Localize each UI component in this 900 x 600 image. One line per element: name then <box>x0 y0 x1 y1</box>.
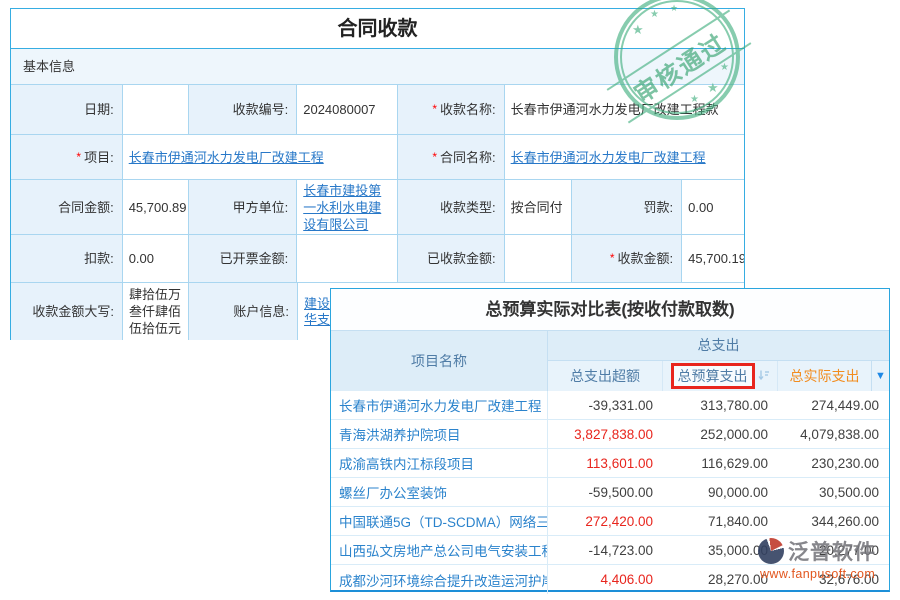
contract-name-label: *合同名称: <box>398 135 505 180</box>
column-header-over-amount[interactable]: 总支出超额 <box>548 361 663 391</box>
section-header-basic-info: 基本信息 <box>11 49 744 85</box>
required-star: * <box>76 149 81 166</box>
penalty-label: 罚款: <box>572 180 682 235</box>
fanpu-logo-icon <box>758 538 784 564</box>
form-row-contract-amount: 合同金额: 45,700.89 甲方单位: 长春市建投第一水利水电建设有限公司 … <box>11 180 744 235</box>
receipt-no-label: 收款编号: <box>189 85 298 135</box>
form-row-date: 日期: 收款编号: 2024080007 *收款名称: 长春市伊通河水力发电厂改… <box>11 85 744 135</box>
invoiced-amount-field <box>297 235 398 283</box>
budget-amount-cell: 252,000.00 <box>663 427 778 442</box>
page-title: 合同收款 <box>11 9 744 49</box>
project-label: *项目: <box>11 135 123 180</box>
budget-amount-cell: 116,629.00 <box>663 456 778 471</box>
over-amount-cell: 113,601.00 <box>548 456 663 471</box>
project-name-link[interactable]: 螺丝厂办公室装饰 <box>331 478 548 506</box>
over-amount-cell: -39,331.00 <box>548 398 663 413</box>
receipt-name-field: 长春市伊通河水力发电厂改建工程款 <box>505 85 744 135</box>
over-amount-cell: 272,420.00 <box>548 514 663 529</box>
over-amount-cell: -14,723.00 <box>548 543 663 558</box>
actual-amount-cell: 274,449.00 <box>778 398 889 413</box>
invoiced-amount-label: 已开票金额: <box>189 235 298 283</box>
receipt-amount-field: 45,700.19 <box>682 235 744 283</box>
vendor-watermark: 泛普软件 www.fanpusoft.com <box>758 536 876 581</box>
table-row: 中国联通5G（TD-SCDMA）网络三期 272,420.00 71,840.0… <box>331 507 889 536</box>
deduction-field: 0.00 <box>123 235 189 283</box>
project-name-link[interactable]: 山西弘文房地产总公司电气安装工程 <box>331 536 548 564</box>
over-amount-cell: -59,500.00 <box>548 485 663 500</box>
over-amount-cell: 4,406.00 <box>548 572 663 587</box>
comparison-table-header: 项目名称 总支出 总支出超额 总预算支出 总实际支出 ▼ <box>331 330 889 391</box>
penalty-field: 0.00 <box>682 180 744 235</box>
table-row: 成渝高铁内江标段项目 113,601.00 116,629.00 230,230… <box>331 449 889 478</box>
project-name-link[interactable]: 中国联通5G（TD-SCDMA）网络三期 <box>331 507 548 535</box>
sort-icon[interactable] <box>758 368 770 384</box>
project-field: 长春市伊通河水力发电厂改建工程 <box>123 135 398 180</box>
amount-in-words-field: 肆拾伍万叁仟肆佰伍拾伍元 <box>123 283 189 340</box>
form-row-project: *项目: 长春市伊通河水力发电厂改建工程 *合同名称: 长春市伊通河水力发电厂改… <box>11 135 744 180</box>
required-star: * <box>610 250 615 267</box>
actual-amount-cell: 344,260.00 <box>778 514 889 529</box>
project-name-link[interactable]: 青海洪湖养护院项目 <box>331 420 548 448</box>
required-star: * <box>432 149 437 166</box>
party-a-field: 长春市建投第一水利水电建设有限公司 <box>297 180 398 235</box>
table-row: 长春市伊通河水力发电厂改建工程 -39,331.00 313,780.00 27… <box>331 391 889 420</box>
column-header-budget-expenditure: 总预算支出 <box>663 361 778 391</box>
receipt-no-field: 2024080007 <box>297 85 398 135</box>
party-a-link[interactable]: 长春市建投第一水利水电建设有限公司 <box>303 182 391 233</box>
contract-amount-field: 45,700.89 <box>123 180 189 235</box>
table-row: 螺丝厂办公室装饰 -59,500.00 90,000.00 30,500.00 <box>331 478 889 507</box>
contract-name-link[interactable]: 长春市伊通河水力发电厂改建工程 <box>511 149 706 166</box>
received-amount-label: 已收款金额: <box>398 235 505 283</box>
account-info-label: 账户信息: <box>189 283 298 340</box>
column-group-total-expenditure: 总支出 <box>548 331 889 361</box>
party-a-label: 甲方单位: <box>189 180 298 235</box>
deduction-label: 扣款: <box>11 235 123 283</box>
project-link[interactable]: 长春市伊通河水力发电厂改建工程 <box>129 149 324 166</box>
budget-amount-cell: 313,780.00 <box>663 398 778 413</box>
table-row: 青海洪湖养护院项目 3,827,838.00 252,000.00 4,079,… <box>331 420 889 449</box>
actual-amount-cell: 4,079,838.00 <box>778 427 889 442</box>
received-amount-field <box>505 235 573 283</box>
project-name-link[interactable]: 长春市伊通河水力发电厂改建工程 <box>331 391 548 419</box>
watermark-url: www.fanpusoft.com <box>760 567 876 581</box>
actual-amount-cell: 230,230.00 <box>778 456 889 471</box>
amount-in-words-label: 收款金额大写: <box>11 283 123 340</box>
budget-amount-cell: 71,840.00 <box>663 514 778 529</box>
project-name-link[interactable]: 成渝高铁内江标段项目 <box>331 449 548 477</box>
column-header-project-name: 项目名称 <box>331 331 548 391</box>
budget-amount-cell: 90,000.00 <box>663 485 778 500</box>
budget-expenditure-highlight[interactable]: 总预算支出 <box>671 363 755 389</box>
contract-name-field: 长春市伊通河水力发电厂改建工程 <box>505 135 744 180</box>
column-filter-dropdown[interactable]: ▼ <box>871 361 889 391</box>
receipt-type-field: 按合同付 <box>505 180 573 235</box>
comparison-table-title: 总预算实际对比表(按收付款取数) <box>331 289 889 330</box>
actual-amount-cell: 30,500.00 <box>778 485 889 500</box>
required-star: * <box>432 101 437 118</box>
chevron-down-icon: ▼ <box>875 370 886 382</box>
receipt-name-label: *收款名称: <box>398 85 505 135</box>
project-name-link[interactable]: 成都沙河环境综合提升改造运河护岸 <box>331 565 548 594</box>
over-amount-cell: 3,827,838.00 <box>548 427 663 442</box>
date-field[interactable] <box>123 85 189 135</box>
receipt-type-label: 收款类型: <box>398 180 505 235</box>
form-row-deduction: 扣款: 0.00 已开票金额: 已收款金额: *收款金额: 45,700.19 <box>11 235 744 283</box>
contract-amount-label: 合同金额: <box>11 180 123 235</box>
watermark-brand: 泛普软件 <box>788 536 876 566</box>
receipt-amount-label: *收款金额: <box>572 235 682 283</box>
date-label: 日期: <box>11 85 123 135</box>
column-header-actual-expenditure[interactable]: 总实际支出 <box>778 361 871 391</box>
